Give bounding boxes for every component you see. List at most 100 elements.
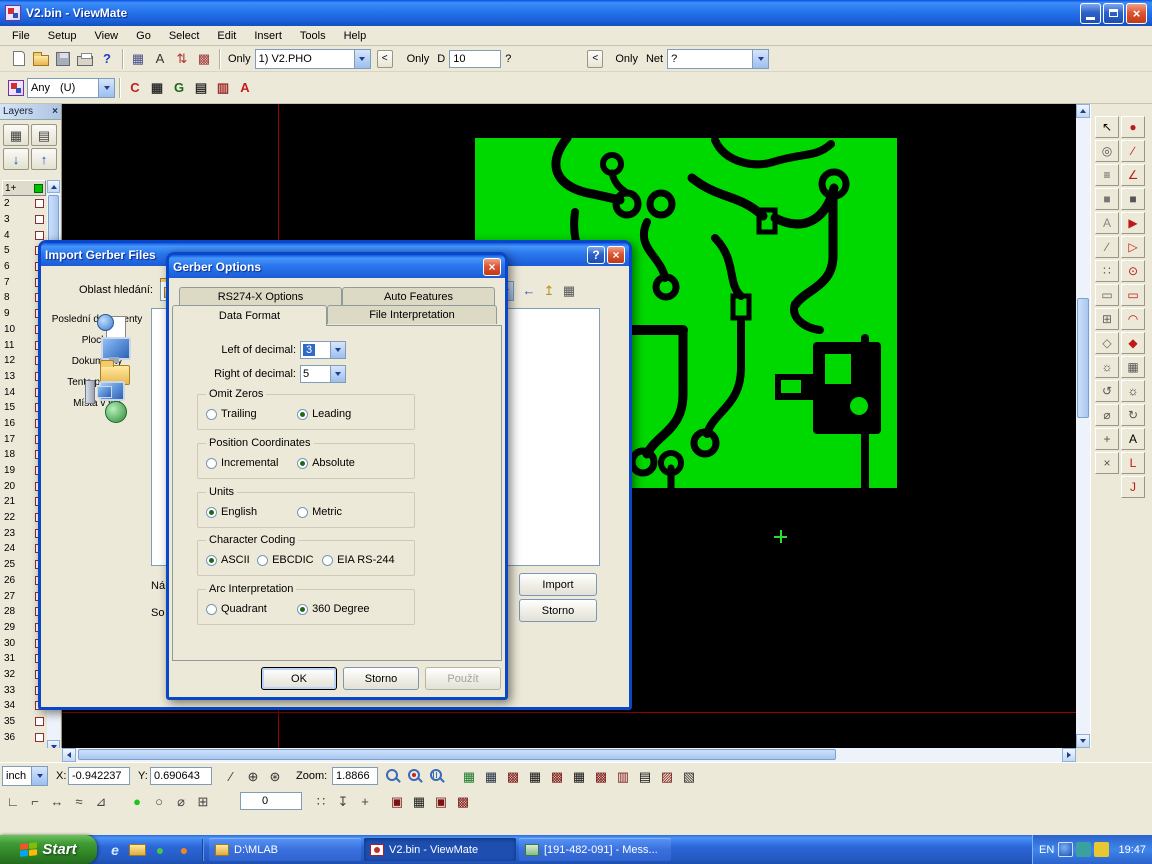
ie-quicklaunch-icon[interactable]: e xyxy=(105,840,125,860)
text-tool-icon[interactable]: A xyxy=(1121,428,1145,450)
menu-item[interactable]: View xyxy=(85,27,127,45)
canvas-hscrollbar[interactable] xyxy=(62,748,1076,762)
tab-auto-features[interactable]: Auto Features xyxy=(342,287,495,306)
print-icon[interactable] xyxy=(74,48,96,70)
minimize-button[interactable] xyxy=(1080,3,1101,24)
layer-row[interactable]: 3 xyxy=(2,212,46,228)
restore-button[interactable] xyxy=(1103,3,1124,24)
dcode-table-green-icon[interactable]: ▦ xyxy=(458,765,480,787)
layer-row[interactable]: 35 xyxy=(2,714,46,730)
aperture-filter-combo[interactable]: Any (U) xyxy=(27,78,115,98)
place-recent-documents[interactable]: Poslední dokumenty xyxy=(51,314,143,326)
menu-item[interactable]: Setup xyxy=(39,27,86,45)
draw-rounded-rect-icon[interactable]: ▭ xyxy=(1121,284,1145,306)
menu-item[interactable]: File xyxy=(3,27,39,45)
origin-target-icon[interactable]: ⊕ xyxy=(242,765,264,787)
zoom-tool-icon[interactable] xyxy=(382,765,404,787)
scroll-up-arrow[interactable] xyxy=(1076,104,1090,118)
smooth-mode-icon[interactable]: ≈ xyxy=(68,790,90,812)
views-icon[interactable]: ▦ xyxy=(559,280,579,300)
draw-arrow-icon[interactable]: ▶ xyxy=(1121,212,1145,234)
close-button[interactable]: × xyxy=(607,246,625,264)
online-status-icon[interactable]: ● xyxy=(126,790,148,812)
chevron-down-icon[interactable] xyxy=(752,50,768,68)
place-network[interactable]: Místa v síti xyxy=(51,398,143,410)
move-layer-up-button[interactable]: ↑ xyxy=(31,148,57,170)
dot-grid-tool-icon[interactable]: ∷ xyxy=(1095,260,1119,282)
radio-leading[interactable]: Leading xyxy=(297,408,351,420)
pattern-dark-1-icon[interactable]: ▦ xyxy=(408,790,430,812)
firefox-quicklaunch-icon[interactable]: ● xyxy=(174,840,194,860)
start-button[interactable]: Start xyxy=(0,835,97,864)
pattern-red-2-icon[interactable]: ▣ xyxy=(430,790,452,812)
scroll-left-arrow[interactable] xyxy=(62,748,76,762)
draw-target-icon[interactable]: ⊙ xyxy=(1121,260,1145,282)
pan-mode-icon[interactable]: ↔ xyxy=(46,790,68,812)
menu-item[interactable]: Insert xyxy=(245,27,291,45)
dcode-input[interactable]: 10 xyxy=(449,50,501,68)
draw-line-icon[interactable]: ∕ xyxy=(1121,140,1145,162)
layer-color-swatch[interactable] xyxy=(35,231,44,240)
slant-measure-icon[interactable]: ∕ xyxy=(1095,236,1119,258)
highlight-aperture-icon[interactable]: ◎ xyxy=(1095,140,1119,162)
crosshair-small-icon[interactable]: + xyxy=(354,790,376,812)
only-layer-label[interactable]: Only xyxy=(228,53,251,65)
layer-report-button[interactable]: ▤ xyxy=(31,124,57,146)
up-one-level-icon[interactable]: ↥ xyxy=(539,280,559,300)
pad-grid-2-icon[interactable]: ▤ xyxy=(190,77,212,99)
previous-dcode-button[interactable]: < xyxy=(377,50,393,68)
draw-diamond-icon[interactable]: ◆ xyxy=(1121,332,1145,354)
task-viewmate[interactable]: V2.bin - ViewMate xyxy=(364,838,516,861)
place-desktop[interactable]: Plocha xyxy=(51,335,143,347)
clock[interactable]: 19:47 xyxy=(1118,844,1146,856)
dcode-table-dark-icon[interactable]: ▦ xyxy=(480,765,502,787)
chevron-down-icon[interactable] xyxy=(330,342,345,358)
menu-item[interactable]: Edit xyxy=(208,27,245,45)
canvas-vscrollbar[interactable] xyxy=(1076,104,1090,748)
pad-grid-icon[interactable]: ▦ xyxy=(146,77,168,99)
dot-grid-icon[interactable]: ∷ xyxy=(310,790,332,812)
layer-table-button[interactable]: ▦ xyxy=(3,124,29,146)
menu-item[interactable]: Select xyxy=(160,27,209,45)
task-mlab[interactable]: D:\MLAB xyxy=(209,838,361,861)
layer-color-swatch[interactable] xyxy=(35,733,44,742)
layer-color-swatch[interactable] xyxy=(35,717,44,726)
layers-panel-close-icon[interactable]: × xyxy=(52,107,58,117)
pad-array-icon[interactable]: ⊞ xyxy=(1095,308,1119,330)
language-indicator[interactable]: EN xyxy=(1039,844,1054,856)
zoom-point-icon[interactable] xyxy=(404,765,426,787)
pattern-red-3-icon[interactable]: ▩ xyxy=(452,790,474,812)
aperture-palette-icon[interactable] xyxy=(5,77,27,99)
ok-button[interactable]: OK xyxy=(261,667,337,690)
context-help-icon[interactable]: ? xyxy=(96,48,118,70)
active-layer-combo[interactable]: 1) V2.PHO xyxy=(255,49,371,69)
film-box-3-icon[interactable]: ▩ xyxy=(546,765,568,787)
layer-row[interactable]: 36 xyxy=(2,729,46,745)
layer-color-swatch[interactable] xyxy=(34,184,43,193)
film-box-2-icon[interactable]: ▦ xyxy=(524,765,546,787)
net-combo[interactable]: ? xyxy=(667,49,769,69)
dcode-text-icon[interactable]: A xyxy=(149,48,171,70)
radio-absolute[interactable]: Absolute xyxy=(297,457,355,469)
scroll-thumb[interactable] xyxy=(48,195,59,241)
scroll-right-arrow[interactable] xyxy=(1062,748,1076,762)
diameter-tool-icon[interactable]: ⌀ xyxy=(1095,404,1119,426)
angle-mode-icon[interactable]: ⊿ xyxy=(90,790,112,812)
help-button[interactable]: ? xyxy=(587,246,605,264)
tab-file-interpretation[interactable]: File Interpretation xyxy=(327,305,497,324)
highlight-a-icon[interactable]: A xyxy=(234,77,256,99)
grid-toggle-icon[interactable]: ⊞ xyxy=(192,790,214,812)
chevron-down-icon[interactable] xyxy=(31,767,47,785)
film-box-6-icon[interactable]: ▥ xyxy=(612,765,634,787)
edge-mode-icon[interactable]: ⌐ xyxy=(24,790,46,812)
rotate-ccw-icon[interactable]: ↺ xyxy=(1095,380,1119,402)
film-box-9-icon[interactable]: ▧ xyxy=(678,765,700,787)
radio-metric[interactable]: Metric xyxy=(297,506,342,518)
menu-item[interactable]: Tools xyxy=(291,27,335,45)
move-layer-down-button[interactable]: ↓ xyxy=(3,148,29,170)
units-combo[interactable]: inch xyxy=(2,766,48,786)
text-mirror-icon[interactable]: A xyxy=(1095,212,1119,234)
hscroll-thumb[interactable] xyxy=(78,749,836,760)
tray-language-icon[interactable] xyxy=(1058,842,1073,857)
folder-quicklaunch-icon[interactable] xyxy=(129,844,146,856)
